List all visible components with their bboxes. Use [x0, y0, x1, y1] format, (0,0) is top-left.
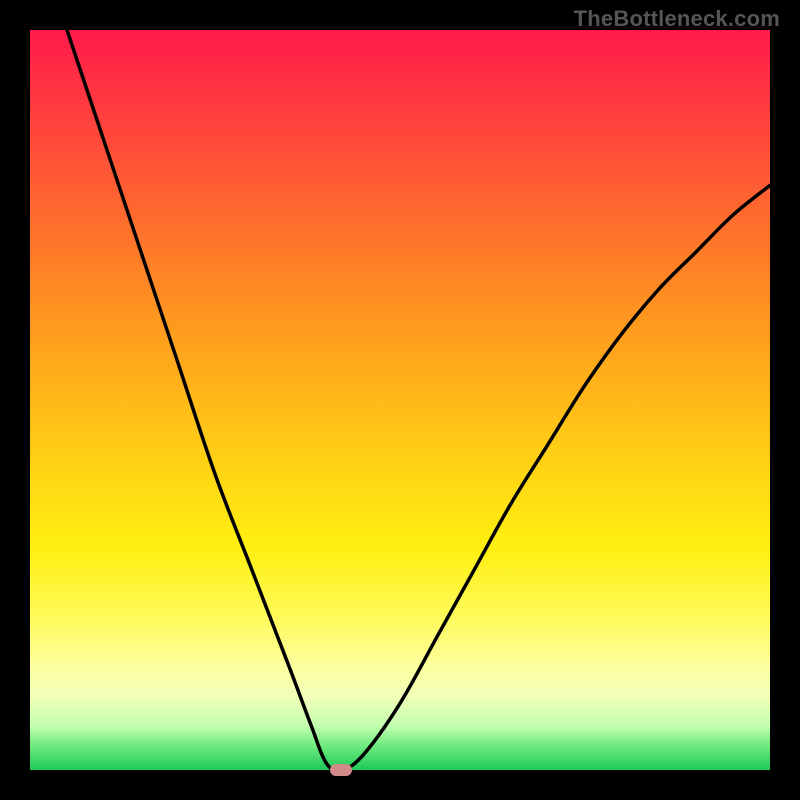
- watermark-text: TheBottleneck.com: [574, 6, 780, 32]
- chart-stage: TheBottleneck.com: [0, 0, 800, 800]
- plot-area: [30, 30, 770, 770]
- minimum-marker: [330, 764, 352, 776]
- bottleneck-curve: [30, 30, 770, 770]
